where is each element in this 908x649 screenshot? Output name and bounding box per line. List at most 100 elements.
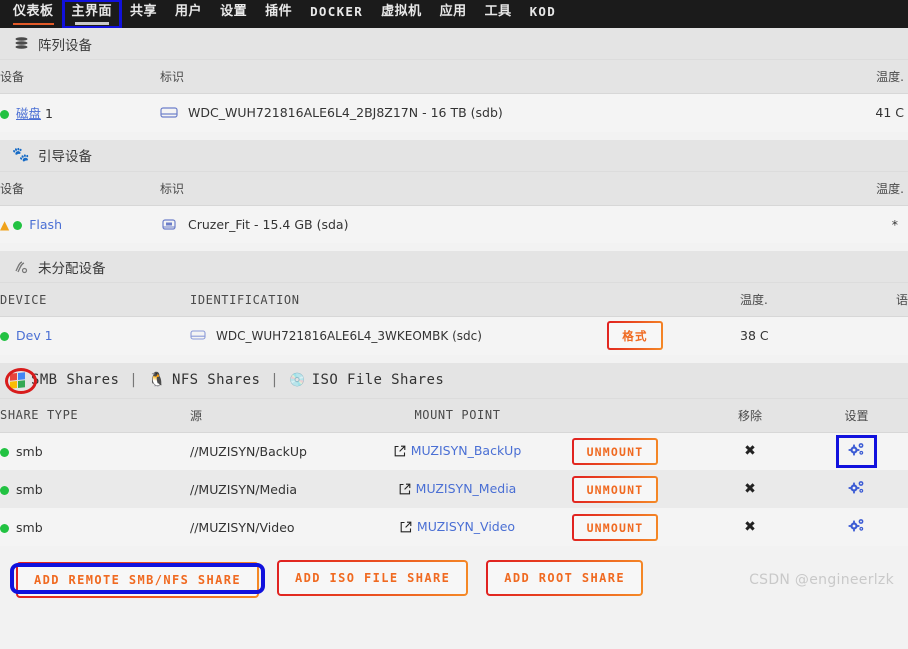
boot-device-header: 🐾 引导设备 xyxy=(0,139,908,172)
dev-link[interactable]: Dev 1 xyxy=(16,328,53,343)
table-header-row: DEVICE IDENTIFICATION 温度. 语 xyxy=(0,283,908,317)
remove-share-button[interactable]: ✖ xyxy=(744,443,756,459)
unassigned-icon xyxy=(12,260,30,274)
unmount-button[interactable]: UNMOUNT xyxy=(572,514,659,541)
linux-penguin-icon: 🐧 xyxy=(148,372,166,388)
remove-share-button[interactable]: ✖ xyxy=(744,481,756,497)
format-button[interactable]: 格式 xyxy=(607,321,662,350)
nav-item-10[interactable]: KOD xyxy=(521,0,565,28)
col-action xyxy=(530,283,740,317)
disk-link[interactable]: 磁盘 xyxy=(16,106,41,121)
mount-point-cell: MUZISYN_Video xyxy=(380,508,535,546)
nav-item-0[interactable]: 仪表板 xyxy=(4,0,63,28)
table-row[interactable]: smb //MUZISYN/Media MUZISYN_Media UNMOUNT ✖ xyxy=(0,470,908,508)
nav-item-label: KOD xyxy=(529,4,557,19)
flash-link[interactable]: Flash xyxy=(29,217,62,232)
temperature-cell: * xyxy=(800,205,908,243)
share-type-label: smb xyxy=(16,443,43,459)
col-settings: 设置 xyxy=(805,398,908,433)
tab-iso-file-shares[interactable]: 💿 ISO File Shares xyxy=(289,372,444,388)
table-row[interactable]: ▲ Flash Cruzer_Fit - 15.4 GB (sda) * xyxy=(0,205,908,243)
nav-item-5[interactable]: 插件 xyxy=(256,0,301,28)
remove-cell: ✖ xyxy=(695,508,805,546)
remove-share-button[interactable]: ✖ xyxy=(744,519,756,535)
panel-spacer xyxy=(0,354,908,363)
table-row[interactable]: smb //MUZISYN/Video MUZISYN_Video UNMOUNT ✖ xyxy=(0,508,908,546)
col-temperature: 温度. xyxy=(740,283,850,317)
table-row[interactable]: 磁盘 1 WDC_WUH721816ALE6L4_2BJ8Z17N - 16 T… xyxy=(0,93,908,132)
nav-item-label: DOCKER xyxy=(310,4,364,19)
device-cell: ▲ Flash xyxy=(0,205,160,243)
bottom-action-bar: ADD REMOTE SMB/NFS SHARE ADD ISO FILE SHA… xyxy=(0,546,908,596)
settings-cell xyxy=(805,508,908,546)
col-identification: 标识 xyxy=(160,60,800,94)
boot-device-panel: 🐾 引导设备 设备 标识 温度. ▲ Flash Cruzer_Fit - 15.… xyxy=(0,139,908,243)
nav-item-7[interactable]: 虚拟机 xyxy=(372,0,431,28)
nav-item-label: 用户 xyxy=(175,4,203,19)
tab-nfs-shares[interactable]: 🐧 NFS Shares xyxy=(148,372,260,388)
cogs-icon[interactable] xyxy=(836,434,877,468)
external-link-icon xyxy=(400,521,412,536)
tab-iso-label: ISO File Shares xyxy=(311,372,445,388)
nav-item-8[interactable]: 应用 xyxy=(431,0,476,28)
table-row[interactable]: smb //MUZISYN/BackUp MUZISYN_BackUp UNMOUNT… xyxy=(0,432,908,470)
external-link-icon xyxy=(394,445,406,460)
mount-point-link[interactable]: MUZISYN_BackUp xyxy=(411,443,522,458)
col-identification: 标识 xyxy=(160,171,800,206)
source-cell: //MUZISYN/Video xyxy=(190,508,380,546)
windows-icon xyxy=(10,371,25,389)
table-row[interactable]: Dev 1 WDC_WUH721816ALE6L4_3WKEOMBK (sdc)… xyxy=(0,316,908,355)
panel-spacer xyxy=(0,243,908,251)
unmount-button[interactable]: UNMOUNT xyxy=(572,476,659,503)
unmount-button[interactable]: UNMOUNT xyxy=(572,438,659,465)
disc-icon: 💿 xyxy=(289,372,306,388)
usb-flash-icon xyxy=(160,217,178,231)
nav-item-9[interactable]: 工具 xyxy=(476,0,521,28)
top-navigation-bar: 仪表板 主界面 共享 用户 设置 插件 DOCKER 虚拟机 应用 工具 KOD xyxy=(0,0,908,28)
add-share-button-0[interactable]: ADD REMOTE SMB/NFS SHARE xyxy=(16,562,259,598)
add-share-button-2[interactable]: ADD ROOT SHARE xyxy=(486,560,643,596)
mount-point-cell: MUZISYN_Media xyxy=(380,470,535,508)
nav-item-4[interactable]: 设置 xyxy=(211,0,256,28)
unmount-cell: UNMOUNT xyxy=(535,508,695,546)
unmount-cell: UNMOUNT xyxy=(535,470,695,508)
nav-item-2[interactable]: 共享 xyxy=(121,0,166,28)
status-dot-online xyxy=(0,523,9,533)
status-dot-online xyxy=(0,110,9,120)
mount-point-link[interactable]: MUZISYN_Media xyxy=(416,481,517,496)
cogs-icon[interactable] xyxy=(848,480,865,499)
tab-separator-1: | xyxy=(129,372,139,388)
nav-item-label: 工具 xyxy=(484,4,512,19)
highlight-box: ADD REMOTE SMB/NFS SHARE xyxy=(10,562,265,594)
col-action xyxy=(535,398,695,433)
nav-item-label: 插件 xyxy=(265,4,293,19)
nav-item-1[interactable]: 主界面 xyxy=(61,0,123,28)
mount-point-link[interactable]: MUZISYN_Video xyxy=(417,519,515,534)
tab-smb-shares[interactable]: SMB Shares xyxy=(10,371,119,389)
col-device: 设备 xyxy=(0,60,160,94)
mount-point-cell: MUZISYN_BackUp xyxy=(380,432,535,470)
nav-item-3[interactable]: 用户 xyxy=(166,0,211,28)
nav-item-label: 仪表板 xyxy=(13,4,54,19)
external-link-icon xyxy=(399,483,411,498)
add-share-button-1[interactable]: ADD ISO FILE SHARE xyxy=(277,560,468,596)
shares-table: SHARE TYPE 源 MOUNT POINT 移除 设置 smb //MUZI… xyxy=(0,398,908,546)
settings-cell xyxy=(805,432,908,470)
database-icon xyxy=(12,36,30,51)
col-device: DEVICE xyxy=(0,283,190,317)
source-cell: //MUZISYN/BackUp xyxy=(190,432,380,470)
cogs-icon[interactable] xyxy=(848,518,865,537)
nav-item-label: 主界面 xyxy=(71,4,113,19)
nav-active-underline xyxy=(74,22,110,25)
status-dot-online xyxy=(13,220,23,230)
nav-item-label: 虚拟机 xyxy=(381,4,422,19)
share-type-cell: smb xyxy=(0,470,190,508)
table-header-row: 设备 标识 温度. xyxy=(0,171,908,206)
boot-device-table: 设备 标识 温度. ▲ Flash Cruzer_Fit - 15.4 GB (s… xyxy=(0,171,908,243)
array-devices-panel: 阵列设备 设备 标识 温度. 磁盘 1 WDC_WUH721816ALE6L4_… xyxy=(0,28,908,132)
share-type-cell: smb xyxy=(0,508,190,546)
col-identification: IDENTIFICATION xyxy=(190,283,530,317)
nav-item-6[interactable]: DOCKER xyxy=(301,0,372,28)
share-type-label: smb xyxy=(16,519,43,535)
array-devices-title: 阵列设备 xyxy=(38,37,92,54)
